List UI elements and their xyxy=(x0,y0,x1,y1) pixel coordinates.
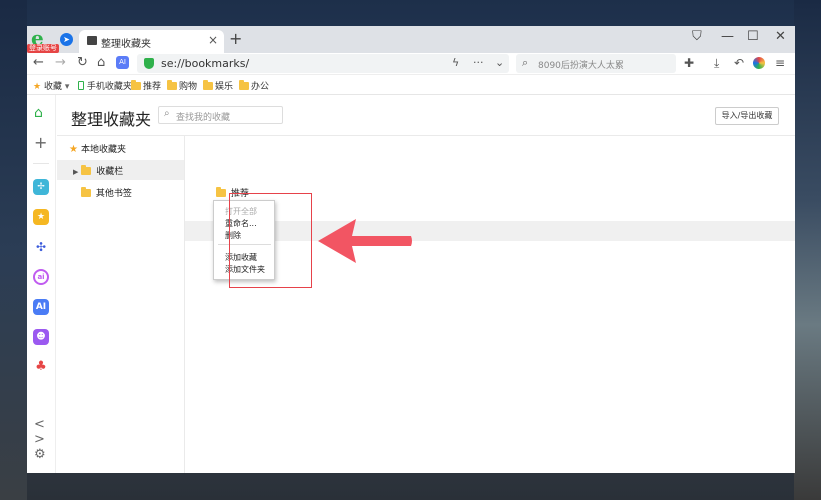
search-icon: ⌕ xyxy=(164,108,170,119)
tree-item-other-bookmarks[interactable]: 其他书签 xyxy=(81,186,132,199)
home-icon[interactable]: ⌂ xyxy=(34,105,43,121)
navigation-toolbar: ← → ↻ ⌂ AI se://bookmarks/ ϟ ··· ⌄ ⌕ 809… xyxy=(27,53,795,75)
desktop-background-right xyxy=(794,0,821,500)
folder-icon xyxy=(203,80,213,90)
import-export-button[interactable]: 导入/导出收藏 xyxy=(715,107,779,125)
search-icon: ⌕ xyxy=(522,56,529,69)
ai-icon[interactable]: AI xyxy=(33,299,49,315)
search-input[interactable]: 8090后扮演大人太累 xyxy=(538,58,624,71)
telegram-icon[interactable]: ➤ xyxy=(60,33,73,46)
tree-root-local[interactable]: ★ 本地收藏夹 xyxy=(69,142,126,155)
address-bar[interactable]: se://bookmarks/ ϟ ··· ⌄ xyxy=(137,54,509,73)
tree-item-bookmarks-bar[interactable]: ▶ 收藏栏 xyxy=(73,164,123,177)
bookmarks-bar-item-entertainment[interactable]: 娱乐 xyxy=(203,79,233,92)
back-icon[interactable]: ← xyxy=(33,55,44,70)
lightning-icon[interactable]: ϟ xyxy=(452,56,459,69)
pointer-arrow-icon xyxy=(318,219,412,263)
caret-down-icon: ▾ xyxy=(64,82,70,92)
extension-icon[interactable]: ✚ xyxy=(684,56,694,70)
new-tab-button[interactable]: + xyxy=(229,29,242,48)
collapse-arrows-icon[interactable]: < > xyxy=(34,417,55,447)
chat-icon[interactable]: ☻ xyxy=(33,329,49,345)
shirt-icon[interactable]: ⛉ xyxy=(692,29,702,44)
star-icon: ★ xyxy=(69,144,78,155)
search-box[interactable]: ⌕ 8090后扮演大人太累 xyxy=(516,54,676,73)
page-title: 整理收藏夹 xyxy=(71,110,152,129)
folder-icon xyxy=(81,187,91,197)
maximize-icon[interactable]: ☐ xyxy=(747,29,759,44)
bookmarks-bar-item-favorites[interactable]: ★ 收藏 ▾ xyxy=(33,79,69,92)
download-icon[interactable]: ⤓ xyxy=(714,56,719,71)
forward-icon[interactable]: → xyxy=(55,55,66,70)
favorites-icon[interactable]: ★ xyxy=(33,209,49,225)
desktop-background-left xyxy=(0,0,27,500)
address-url[interactable]: se://bookmarks/ xyxy=(161,57,249,70)
tab-title: 整理收藏夹 xyxy=(101,39,151,50)
menu-icon[interactable]: ≡ xyxy=(775,56,785,70)
expand-arrow-icon[interactable]: ▶ xyxy=(73,168,78,176)
bookmark-tab-icon xyxy=(87,36,97,45)
folder-icon xyxy=(239,80,249,90)
translate-icon[interactable]: ✢ xyxy=(33,179,49,195)
close-tab-icon[interactable]: × xyxy=(208,33,218,47)
browser-logo[interactable]: e 登录账号 xyxy=(27,26,59,53)
login-badge[interactable]: 登录账号 xyxy=(27,44,59,53)
game-icon[interactable]: ♣ xyxy=(33,359,49,375)
reload-icon[interactable]: ↻ xyxy=(77,55,88,70)
folder-icon xyxy=(167,80,177,90)
bookmark-search-box[interactable]: ⌕ 查找我的收藏 xyxy=(158,106,283,124)
folder-icon xyxy=(131,80,141,90)
bookmarks-bar-item-office[interactable]: 办公 xyxy=(239,79,269,92)
security-shield-icon xyxy=(144,58,154,69)
ai-ring-icon[interactable]: ai xyxy=(33,269,49,285)
folder-icon xyxy=(81,165,92,175)
home-icon[interactable]: ⌂ xyxy=(97,55,105,70)
side-rail: ⌂ + ✢ ★ ✣ ai AI ☻ ♣ < > ⚙ xyxy=(27,95,56,473)
chevron-down-icon[interactable]: ⌄ xyxy=(495,56,504,69)
bookmarks-manager: 整理收藏夹 ⌕ 查找我的收藏 导入/导出收藏 ★ 本地收藏夹 ▶ 收藏栏 其他书签… xyxy=(57,95,795,473)
rail-divider xyxy=(33,163,49,164)
bookmark-search-input[interactable]: 查找我的收藏 xyxy=(176,110,230,123)
phone-icon xyxy=(78,81,84,90)
folder-icon xyxy=(216,187,226,197)
undo-icon[interactable]: ↶ xyxy=(734,56,744,70)
highlight-box xyxy=(229,193,312,288)
tab-bookmarks[interactable]: 整理收藏夹 × xyxy=(79,30,224,53)
star-icon: ★ xyxy=(33,82,42,92)
more-icon[interactable]: ··· xyxy=(473,56,484,69)
settings-gear-icon[interactable]: ⚙ xyxy=(34,447,46,462)
color-ring-icon[interactable] xyxy=(753,57,765,69)
folder-tree: ★ 本地收藏夹 ▶ 收藏栏 其他书签 xyxy=(57,136,185,473)
ai-assistant-icon[interactable]: AI xyxy=(116,56,129,69)
tab-strip: e 登录账号 ➤ 整理收藏夹 × + ⛉ — ☐ ✕ xyxy=(27,26,795,53)
minimize-icon[interactable]: — xyxy=(721,29,734,44)
bookmarks-bar-item-mobile[interactable]: 手机收藏夹 xyxy=(78,79,132,92)
plus-icon[interactable]: + xyxy=(34,133,47,152)
bookmarks-bar: ★ 收藏 ▾ 手机收藏夹 推荐 购物 娱乐 办公 xyxy=(27,75,795,95)
network-icon[interactable]: ✣ xyxy=(33,239,49,255)
bookmarks-bar-item-shopping[interactable]: 购物 xyxy=(167,79,197,92)
bookmarks-bar-item-recommend[interactable]: 推荐 xyxy=(131,79,161,92)
close-icon[interactable]: ✕ xyxy=(775,29,786,44)
